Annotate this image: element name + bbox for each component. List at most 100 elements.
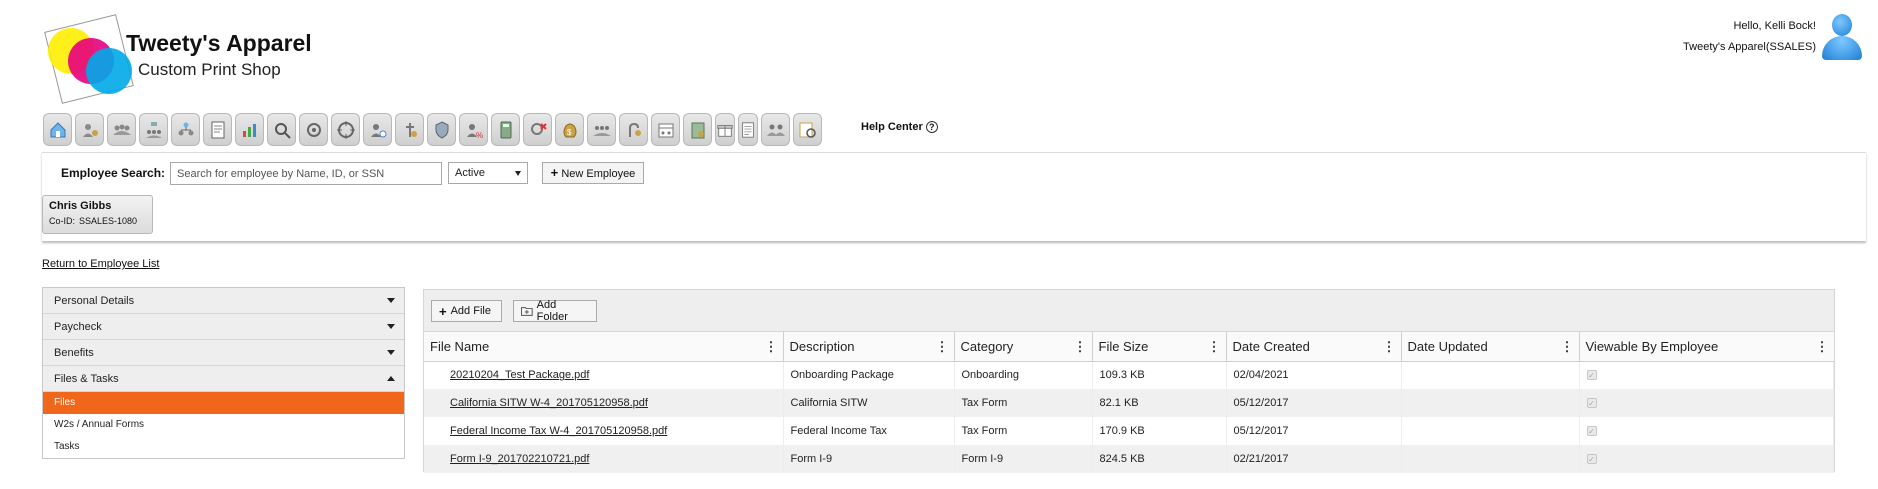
toolbar-button-direct-deposit[interactable] (395, 113, 424, 146)
employee-tree-icon (178, 122, 193, 135)
nav-item-w2s-annual-forms[interactable]: W2s / Annual Forms (43, 414, 404, 436)
add-folder-button[interactable]: Add Folder (513, 299, 597, 323)
return-to-employee-list-link[interactable]: Return to Employee List (42, 258, 159, 270)
files-table: File Name ⋮ Description ⋮ Category ⋮ File S… (424, 332, 1834, 473)
chevron-down-icon (515, 171, 521, 176)
toolbar-button-money-bag[interactable]: $ (555, 113, 584, 146)
toolbar-button-employee-settings[interactable] (75, 113, 104, 146)
toolbar-button-schedule[interactable] (651, 113, 680, 146)
org-chart-icon (145, 121, 162, 138)
plus-icon: + (439, 303, 447, 319)
viewable-checkbox[interactable]: ✓ (1586, 426, 1597, 436)
user-avatar-icon[interactable] (1820, 14, 1864, 60)
add-file-button[interactable]: + Add File (431, 300, 502, 322)
plus-icon: + (550, 165, 559, 180)
toolbar-button-org-chart[interactable] (139, 113, 168, 146)
toolbar-button-tax[interactable]: % (459, 113, 488, 146)
help-center-label: Help Center (861, 121, 923, 133)
home-icon (50, 121, 65, 137)
toolbar-button-payroll-group[interactable] (587, 113, 616, 146)
file-name-link[interactable]: California SITW W-4_201705120958.pdf (450, 397, 648, 409)
file-date-updated (1401, 361, 1580, 389)
nav-item-files[interactable]: Files (43, 392, 404, 414)
column-header-date-updated[interactable]: Date Updated ⋮ (1401, 332, 1580, 362)
column-header-label: Date Updated (1407, 338, 1488, 354)
file-date-updated (1401, 445, 1580, 473)
employee-status-value: Active (455, 167, 485, 179)
toolbar-button-target-alt[interactable] (331, 113, 360, 146)
file-category: Tax Form (954, 389, 1093, 417)
nav-item-tasks[interactable]: Tasks (43, 436, 404, 458)
column-menu-icon[interactable]: ⋮ (1561, 339, 1574, 355)
file-name-link[interactable]: Form I-9_201702210721.pdf (450, 453, 589, 465)
toolbar-button-time[interactable] (363, 113, 392, 146)
column-menu-icon[interactable]: ⋮ (765, 339, 778, 355)
file-size: 824.5 KB (1092, 445, 1227, 473)
column-header-date-created[interactable]: Date Created ⋮ (1226, 332, 1402, 362)
toolbar-button-benefits[interactable] (619, 113, 648, 146)
column-menu-icon[interactable]: ⋮ (1383, 339, 1396, 355)
viewable-checkbox[interactable]: ✓ (1586, 454, 1597, 464)
file-date-updated (1401, 417, 1580, 445)
toolbar-button-document[interactable] (203, 113, 232, 146)
table-row[interactable]: Form I-9_201702210721.pdf Form I-9 Form … (424, 445, 1834, 473)
column-header-label: File Name (430, 338, 490, 354)
toolbar-button-reports[interactable] (793, 113, 822, 146)
column-header-description[interactable]: Description ⋮ (783, 332, 955, 362)
nav-section-paycheck[interactable]: Paycheck (43, 314, 404, 340)
column-menu-icon[interactable]: ⋮ (1074, 339, 1087, 355)
company-name: Tweety's Apparel (126, 30, 312, 56)
toolbar-button-notes[interactable] (738, 113, 758, 146)
employee-search-label: Employee Search: (61, 166, 166, 180)
toolbar-button-ledger[interactable] (683, 113, 712, 146)
caret-down-icon (387, 350, 395, 355)
employee-card[interactable]: Chris Gibbs Co-ID: SSALES-1080 (42, 195, 153, 234)
benefits-icon (628, 122, 641, 137)
nav-section-files-tasks[interactable]: Files & Tasks (43, 366, 404, 392)
column-header-category[interactable]: Category ⋮ (954, 332, 1093, 362)
column-header-file-size[interactable]: File Size ⋮ (1092, 332, 1227, 362)
column-menu-icon[interactable]: ⋮ (936, 339, 949, 355)
table-row[interactable]: Federal Income Tax W-4_201705120958.pdf … (424, 417, 1834, 445)
viewable-checkbox[interactable]: ✓ (1586, 398, 1597, 408)
toolbar-button-employees-group[interactable] (107, 113, 136, 146)
toolbar-button-home[interactable] (43, 113, 72, 146)
column-header-file-name[interactable]: File Name ⋮ (424, 332, 784, 362)
toolbar-button-employee-tree[interactable] (171, 113, 200, 146)
help-question-icon: ? (925, 121, 938, 133)
notes-icon (742, 121, 754, 138)
toolbar-button-report-chart[interactable] (235, 113, 264, 146)
calculator-icon (500, 121, 511, 138)
new-employee-button[interactable]: + New Employee (542, 162, 644, 184)
employee-search-input[interactable] (170, 162, 442, 185)
column-menu-icon[interactable]: ⋮ (1208, 339, 1221, 355)
nav-section-benefits[interactable]: Benefits (43, 340, 404, 366)
toolbar-button-team[interactable] (761, 113, 790, 146)
file-name-link[interactable]: 20210204_Test Package.pdf (450, 369, 589, 381)
toolbar-button-terminate[interactable] (523, 113, 552, 146)
help-center-link[interactable]: Help Center ? (861, 121, 938, 133)
caret-up-icon (387, 376, 395, 381)
files-panel: + Add File Add Folder File Name ⋮ Descrip… (423, 289, 1835, 473)
file-description: Federal Income Tax (783, 417, 955, 445)
svg-text:%: % (476, 131, 483, 140)
column-header-viewable-by-employee[interactable]: Viewable By Employee ⋮ (1579, 332, 1834, 362)
column-header-label: Category (960, 338, 1014, 354)
column-header-label: File Size (1098, 338, 1149, 354)
file-description: California SITW (783, 389, 955, 417)
toolbar-button-security-shield[interactable] (427, 113, 456, 146)
nav-section-label: Personal Details (54, 295, 135, 307)
viewable-checkbox[interactable]: ✓ (1586, 370, 1597, 381)
table-row[interactable]: California SITW W-4_201705120958.pdf Cal… (424, 389, 1834, 417)
toolbar-button-gift[interactable] (715, 113, 735, 146)
user-company[interactable]: Tweety's Apparel(SSALES) (1683, 37, 1816, 58)
toolbar-button-calculator[interactable] (491, 113, 520, 146)
toolbar-button-target[interactable] (299, 113, 328, 146)
column-menu-icon[interactable]: ⋮ (1816, 339, 1829, 355)
nav-section-personal-details[interactable]: Personal Details (43, 288, 404, 314)
file-name-link[interactable]: Federal Income Tax W-4_201705120958.pdf (450, 425, 667, 437)
employee-status-select[interactable]: Active (448, 162, 528, 184)
table-row[interactable]: 20210204_Test Package.pdf Onboarding Pac… (424, 361, 1834, 389)
column-header-label: Description (789, 338, 855, 354)
toolbar-button-search-people[interactable] (267, 113, 296, 146)
